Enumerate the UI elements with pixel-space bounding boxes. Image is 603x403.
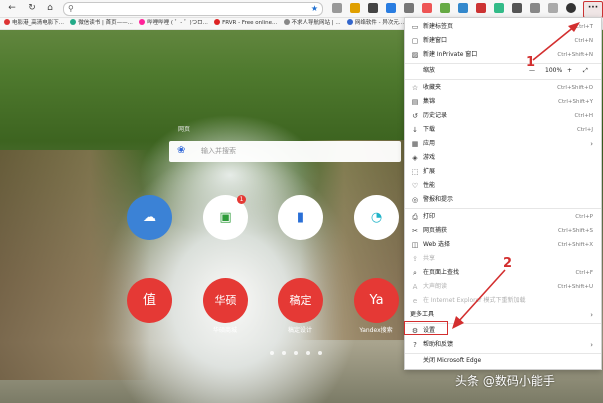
watermark: 头条 @数码小能手 bbox=[455, 374, 555, 388]
annotation-label-1: 1 bbox=[526, 55, 536, 70]
annotation-label-2: 2 bbox=[503, 256, 513, 271]
annotation-arrows bbox=[452, 22, 580, 329]
